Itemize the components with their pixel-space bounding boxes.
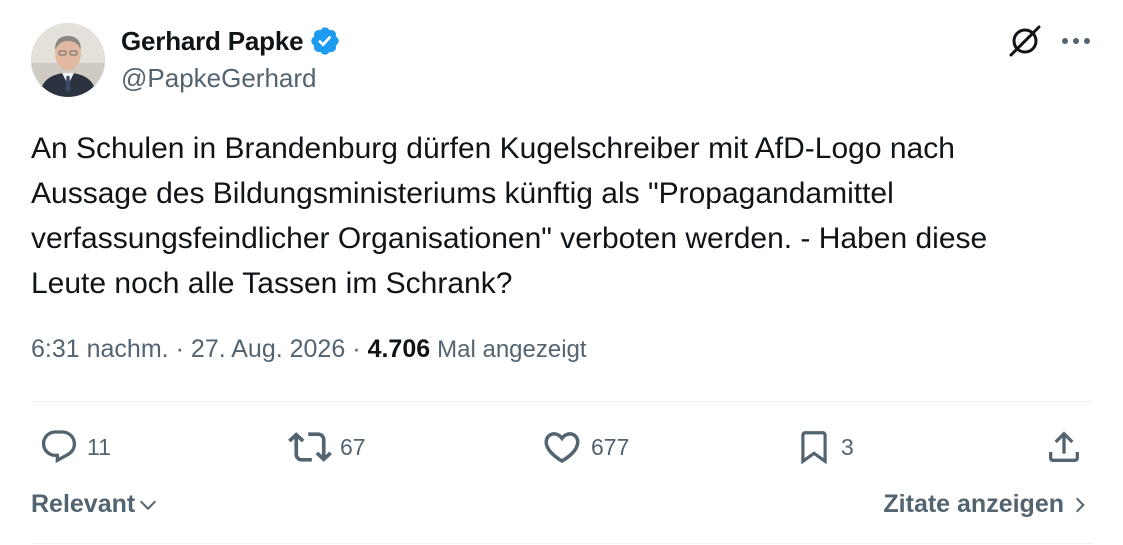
meta-separator: · — [352, 335, 361, 363]
reply-button[interactable]: 11 — [39, 424, 111, 470]
like-count: 677 — [591, 433, 630, 460]
tweet-time[interactable]: 6:31 nachm. — [31, 335, 169, 364]
views-count: 4.706 — [367, 335, 431, 363]
bookmark-icon — [801, 431, 827, 465]
quotes-label: Zitate anzeigen — [883, 490, 1064, 518]
sort-replies-dropdown[interactable]: Relevant — [31, 490, 159, 519]
divider — [31, 543, 1093, 544]
tweet-date[interactable]: 27. Aug. 2026 — [191, 335, 345, 364]
bookmark-button[interactable]: 3 — [795, 424, 854, 470]
repost-count: 67 — [340, 433, 366, 460]
author-handle[interactable]: @PapkeGerhard — [121, 63, 317, 94]
tweet-meta: 6:31 nachm. · 27. Aug. 2026 · 4.706 Mal … — [31, 335, 587, 364]
like-icon — [544, 432, 580, 464]
bookmark-count: 3 — [841, 433, 854, 460]
tweet-detail: Gerhard Papke @PapkeGerhard An Schulen i… — [0, 0, 1123, 545]
repost-icon — [288, 432, 332, 462]
grok-icon — [1009, 25, 1041, 57]
chevron-right-icon — [1075, 497, 1085, 512]
sort-label: Relevant — [31, 490, 136, 518]
view-quotes-link[interactable]: Zitate anzeigen — [883, 490, 1090, 519]
author-display-name[interactable]: Gerhard Papke — [121, 26, 304, 57]
repost-button[interactable]: 67 — [288, 424, 366, 470]
more-options-button[interactable] — [1056, 22, 1096, 60]
share-icon — [1049, 431, 1079, 462]
tweet-text: An Schulen in Brandenburg dürfen Kugelsc… — [31, 132, 988, 300]
divider — [31, 401, 1093, 402]
reply-count: 11 — [87, 433, 111, 460]
grok-button[interactable] — [1006, 22, 1044, 60]
chevron-down-icon — [140, 500, 157, 510]
views-label: Mal angezeigt — [437, 336, 587, 363]
author-name-row: Gerhard Papke — [121, 25, 341, 57]
like-button[interactable]: 677 — [541, 424, 629, 470]
verified-badge-icon[interactable] — [309, 25, 341, 57]
avatar-image — [31, 23, 105, 97]
reply-icon — [41, 430, 77, 464]
more-icon — [1062, 38, 1090, 44]
share-button[interactable] — [1044, 424, 1084, 470]
avatar[interactable] — [31, 23, 105, 97]
meta-separator: · — [175, 335, 184, 363]
